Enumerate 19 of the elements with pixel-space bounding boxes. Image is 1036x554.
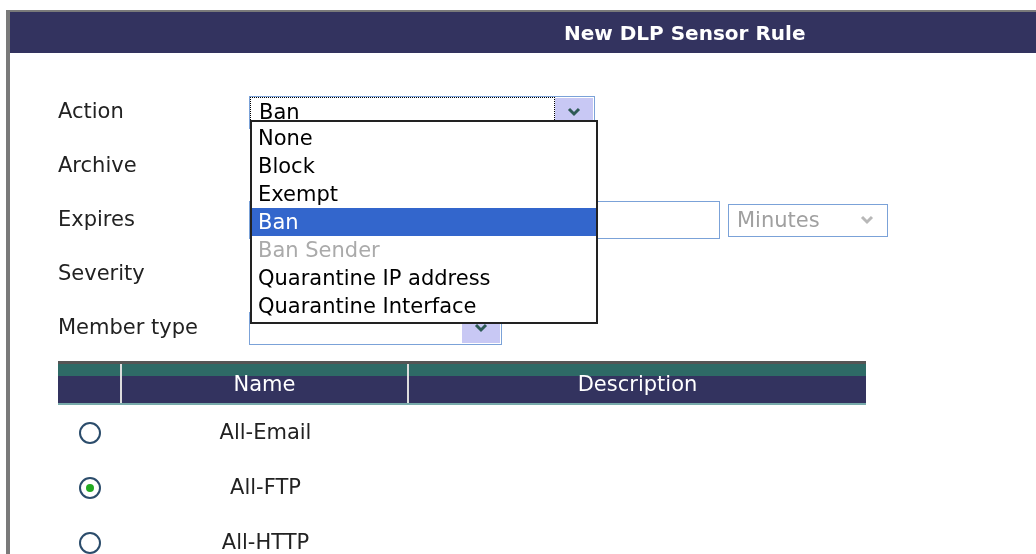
table-cell-text: All-FTP — [230, 473, 301, 501]
column-header: Description — [577, 370, 698, 398]
window-title: New DLP Sensor Rule — [564, 19, 806, 47]
select-value: Minutes — [736, 209, 821, 231]
chevron-down-icon — [860, 215, 874, 225]
field-label: Severity — [58, 260, 146, 288]
radio-button[interactable] — [79, 476, 101, 499]
radio-button[interactable] — [79, 531, 101, 554]
dropdown-option[interactable]: Ban — [252, 208, 596, 236]
table-cell-text: All-HTTP — [221, 528, 310, 554]
column-header: Name — [233, 370, 296, 398]
chevron-down-icon — [567, 107, 581, 117]
field-label: Action — [58, 98, 125, 126]
field-label: Member type — [58, 314, 199, 342]
radio-button[interactable] — [79, 421, 101, 444]
field-label: Archive — [58, 152, 138, 180]
field-label: Expires — [58, 206, 136, 234]
chevron-down-icon — [474, 323, 488, 333]
table-cell-text: All-Email — [219, 418, 312, 446]
